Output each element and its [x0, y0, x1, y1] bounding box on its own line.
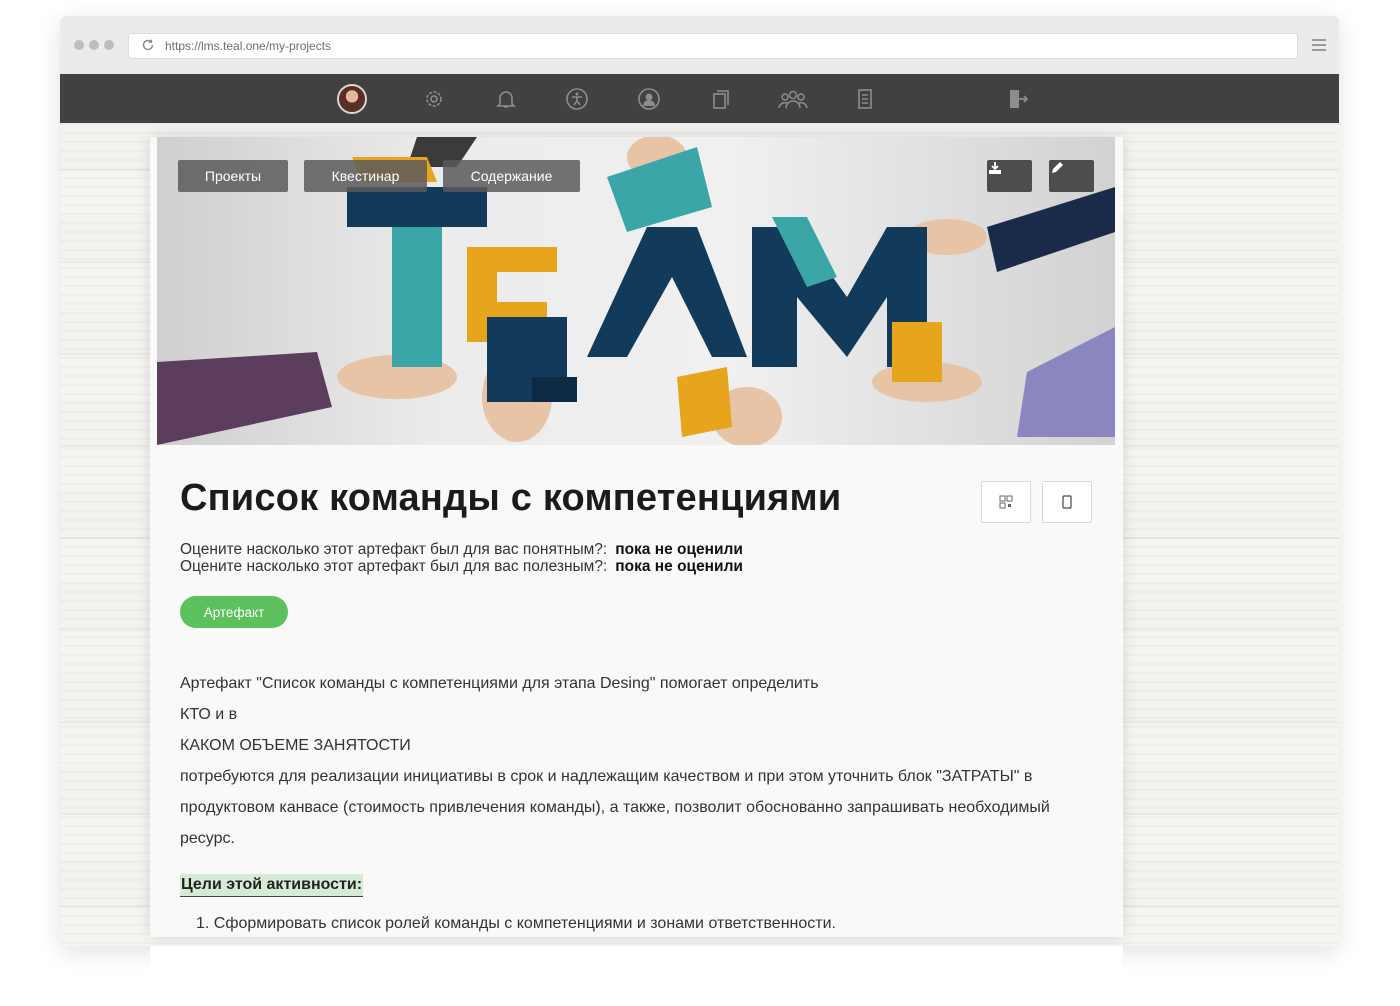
browser-chrome: https://lms.teal.one/my-projects — [60, 16, 1339, 74]
rating-usefulness-label: Оцените насколько этот артефакт был для … — [180, 558, 608, 575]
qr-code-button[interactable] — [981, 481, 1031, 523]
accessibility-icon[interactable] — [560, 82, 594, 116]
goal-item: 1. Сформировать список ролей команды с к… — [196, 915, 836, 932]
artifact-card: Проекты Квестинар Содержание Список кома… — [150, 137, 1123, 937]
hero-banner: Проекты Квестинар Содержание — [157, 137, 1115, 445]
top-navigation — [60, 74, 1339, 123]
description-line: Артефакт "Список команды с компетенциями… — [180, 675, 819, 692]
description-line: КАКОМ ОБЪЕМЕ ЗАНЯТОСТИ — [180, 737, 411, 754]
rating-clarity-label: Оцените насколько этот артефакт был для … — [180, 541, 608, 558]
description-line: ресурс. — [180, 830, 235, 847]
group-icon[interactable] — [776, 82, 810, 116]
download-icon — [989, 162, 1001, 174]
artifact-description: Артефакт "Список команды с компетенциями… — [180, 668, 1100, 854]
url-text[interactable]: https://lms.teal.one/my-projects — [165, 39, 331, 53]
menu-icon[interactable] — [1312, 39, 1326, 53]
tab-projects[interactable]: Проекты — [178, 160, 288, 192]
rating-usefulness: Оцените насколько этот артефакт был для … — [180, 558, 743, 575]
viewport-cutoff — [150, 946, 1123, 1006]
reload-icon[interactable] — [141, 38, 155, 52]
bell-icon[interactable] — [489, 82, 523, 116]
gear-icon[interactable] — [417, 82, 451, 116]
copy-icon[interactable] — [704, 82, 738, 116]
download-button[interactable] — [987, 160, 1032, 192]
team-illustration — [157, 137, 1115, 445]
description-line: потребуются для реализации инициативы в … — [180, 768, 1033, 785]
tab-content[interactable]: Содержание — [443, 160, 580, 192]
description-line: КТО и в — [180, 706, 238, 723]
tab-questinar[interactable]: Квестинар — [304, 160, 427, 192]
artifact-badge[interactable]: Артефакт — [180, 596, 288, 628]
page-title: Список команды с компетенциями — [180, 477, 842, 519]
description-line: продуктовом канвасе (стоимость привлечен… — [180, 799, 1050, 816]
address-bar[interactable]: https://lms.teal.one/my-projects — [128, 33, 1298, 59]
edit-button[interactable] — [1049, 160, 1094, 192]
window-controls[interactable] — [74, 40, 114, 50]
rating-clarity: Оцените насколько этот артефакт был для … — [180, 541, 743, 558]
rating-usefulness-value: пока не оценили — [615, 558, 743, 575]
goals-heading: Цели этой активности: — [180, 874, 364, 897]
logout-icon[interactable] — [1001, 82, 1035, 116]
qr-icon — [999, 495, 1013, 509]
rating-clarity-value: пока не оценили — [615, 541, 743, 558]
mobile-icon — [1062, 495, 1072, 509]
avatar[interactable] — [335, 82, 369, 116]
pencil-icon — [1052, 162, 1063, 173]
user-circle-icon[interactable] — [632, 82, 666, 116]
mobile-button[interactable] — [1042, 481, 1092, 523]
document-icon[interactable] — [848, 82, 882, 116]
